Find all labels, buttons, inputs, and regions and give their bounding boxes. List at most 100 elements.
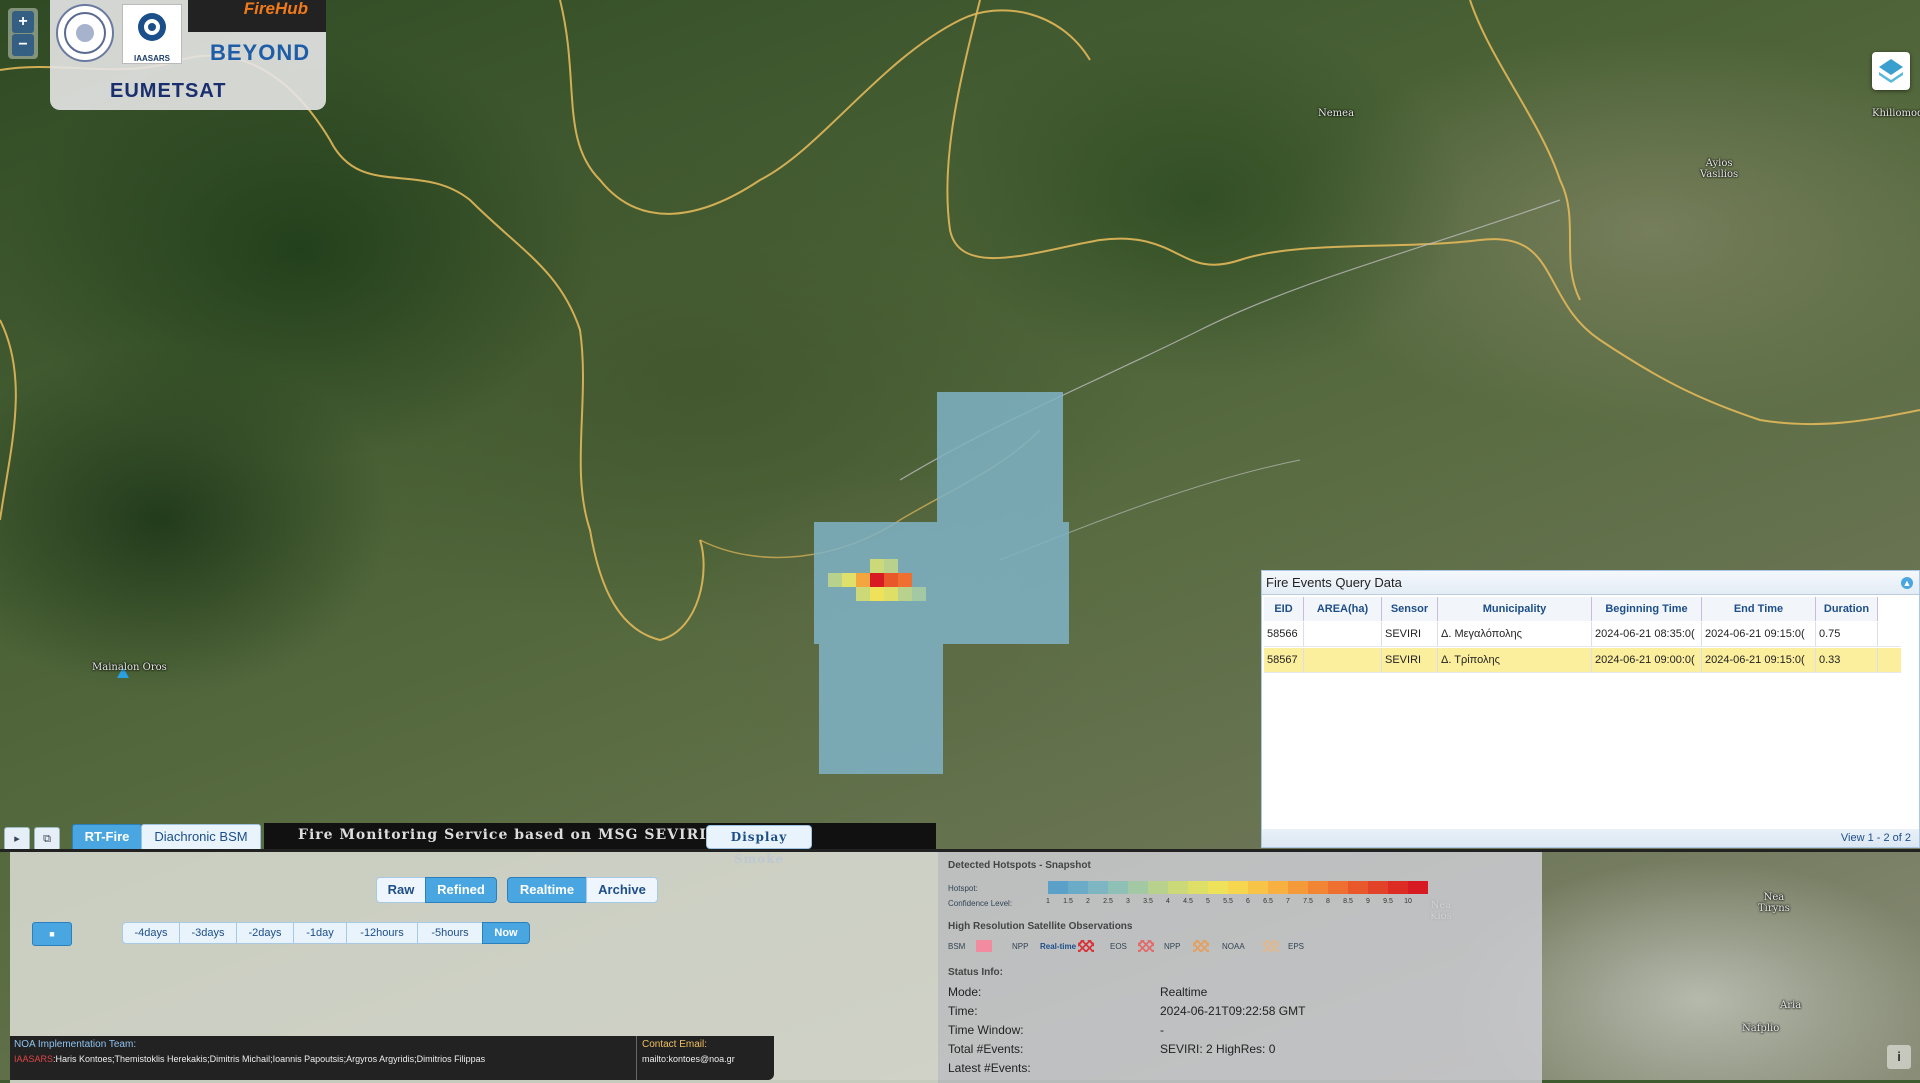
zoom-out-button[interactable]: − [12, 34, 34, 56]
hotspot-footprint [819, 644, 943, 774]
hr-legend-label: NPP [1164, 942, 1181, 951]
divider [636, 1036, 637, 1080]
refined-button[interactable]: Refined [425, 877, 497, 903]
tab-diachronic-bsm[interactable]: Diachronic BSM [141, 824, 261, 850]
confidence-tick: 8 [1326, 898, 1330, 905]
hotspot-cell [884, 559, 898, 573]
hotspot-cell [870, 587, 884, 601]
time-now-button[interactable]: Now [482, 922, 530, 944]
layer-switcher-button[interactable] [1872, 52, 1910, 90]
hr-legend-swatch [1193, 940, 1209, 952]
raw-button[interactable]: Raw [376, 877, 426, 903]
hotspot-color-swatch [1208, 881, 1228, 894]
zoom-in-button[interactable]: + [12, 11, 34, 33]
hotspot-cell [870, 573, 884, 587]
table-cell: 2024-06-21 09:15:0( [1702, 622, 1816, 646]
legend-panel: Detected Hotspots - Snapshot Hotspot: Co… [938, 852, 1542, 1083]
hotspot-color-swatch [1268, 881, 1288, 894]
column-header[interactable]: AREA(ha) [1304, 597, 1382, 621]
stop-button[interactable]: ■ [32, 922, 72, 946]
hotspot-color-swatch [1408, 881, 1428, 894]
realtime-button[interactable]: Realtime [507, 877, 587, 903]
firehub-logo: FireHub [188, 0, 326, 32]
hr-legend-label: NPP [1012, 942, 1029, 951]
table-cell: Δ. Τρίπολης [1438, 648, 1592, 672]
time-minus-2days-button[interactable]: -2days [236, 922, 294, 944]
time-minus-3days-button[interactable]: -3days [179, 922, 237, 944]
time-minus-5hours-button[interactable]: -5hours [417, 922, 483, 944]
column-header[interactable]: Duration [1816, 597, 1878, 621]
noa-seal-logo [56, 4, 114, 62]
hr-title: High Resolution Satellite Observations [948, 921, 1133, 932]
table-row[interactable]: 58566 SEVIRI Δ. Μεγαλόπολης 2024-06-21 08:3… [1264, 622, 1901, 647]
hr-legend-label: BSM [948, 942, 966, 951]
cursor-tool-button[interactable]: ▸ [4, 827, 30, 851]
hr-legend-label: EPS [1288, 942, 1305, 951]
hotspot-color-swatch [1288, 881, 1308, 894]
status-value: Realtime [1160, 985, 1208, 999]
tab-rt-fire[interactable]: RT-Fire [72, 824, 142, 850]
hotspot-cell [912, 587, 926, 601]
time-minus-1day-button[interactable]: -1day [293, 922, 347, 944]
confidence-tick: 4 [1166, 898, 1170, 905]
hotspot-cell [884, 587, 898, 601]
archive-button[interactable]: Archive [586, 877, 658, 903]
hotspot-cell [870, 559, 884, 573]
hotspot-color-swatch [1228, 881, 1248, 894]
hotspot-color-swatch [1388, 881, 1408, 894]
window-tool-button[interactable]: ⧉ [34, 827, 60, 851]
hr-legend-swatch [976, 940, 992, 952]
bottom-panel: Raw Refined Realtime Archive ■ -4days -3… [0, 849, 1920, 1083]
stop-icon: ■ [49, 929, 55, 939]
table-cell: 58566 [1264, 622, 1304, 646]
confidence-label: Confidence Level: [948, 899, 1013, 908]
iaasars-logo: IAASARS [122, 4, 182, 64]
confidence-tick: 1.5 [1063, 898, 1073, 905]
column-header[interactable]: End Time [1702, 597, 1816, 621]
table-cell: 2024-06-21 08:35:0( [1592, 622, 1702, 646]
hotspot-color-swatch [1368, 881, 1388, 894]
boundary-line [0, 54, 705, 642]
column-header[interactable]: EID [1264, 597, 1304, 621]
status-title: Status Info: [948, 967, 1003, 978]
hr-legend-swatch [1138, 940, 1154, 952]
hotspot-color-swatch [1188, 881, 1208, 894]
status-value: SEVIRI: 2 HighRes: 0 [1160, 1042, 1276, 1056]
hotspot-color-swatch [1248, 881, 1268, 894]
boundary-line [946, 0, 1920, 426]
service-title: Fire Monitoring Service based on MSG SEV… [264, 823, 936, 866]
column-header[interactable]: Beginning Time [1592, 597, 1702, 621]
hr-legend-swatch [1078, 940, 1094, 952]
info-button[interactable]: i [1887, 1045, 1911, 1069]
confidence-tick: 2.5 [1103, 898, 1113, 905]
confidence-tick: 9.5 [1383, 898, 1393, 905]
hotspot-color-swatch [1088, 881, 1108, 894]
team-org: IAASARS [14, 1054, 54, 1064]
hotspot-label: Hotspot: [948, 884, 978, 893]
hotspot-cell [842, 573, 856, 587]
column-header[interactable]: Sensor [1382, 597, 1438, 621]
column-header[interactable]: Municipality [1438, 597, 1592, 621]
hotspot-cell [856, 587, 870, 601]
table-cell: 2024-06-21 09:15:0( [1702, 648, 1816, 672]
confidence-tick: 5 [1206, 898, 1210, 905]
table-row[interactable]: 58567 SEVIRI Δ. Τρίπολης 2024-06-21 09:00:0… [1264, 648, 1901, 673]
display-smoke-button[interactable]: Display Smoke [706, 825, 812, 866]
time-minus-4days-button[interactable]: -4days [122, 922, 180, 944]
collapse-icon[interactable]: ▲ [1901, 577, 1913, 589]
place-label: Ayios Vasilios [1700, 158, 1739, 180]
time-minus-12hours-button[interactable]: -12hours [346, 922, 418, 944]
team-names: :Haris Kontoes;Themistoklis Herekakis;Di… [53, 1054, 486, 1064]
contact-email-link[interactable]: mailto:kontoes@noa.gr [642, 1054, 735, 1064]
hotspot-footprint [937, 392, 1063, 522]
confidence-tick: 9 [1366, 898, 1370, 905]
team-credits: NOA Implementation Team: IAASARS:Haris K… [10, 1036, 774, 1080]
hotspot-cell [856, 573, 870, 587]
table-cell: SEVIRI [1382, 622, 1438, 646]
hotspot-cell [898, 573, 912, 587]
hr-legend-label: EOS [1110, 942, 1127, 951]
place-label: Khiliomodhion [1872, 108, 1920, 119]
layers-icon [1879, 59, 1903, 83]
hr-legend-swatch [1263, 940, 1279, 952]
confidence-tick: 10 [1404, 898, 1412, 905]
